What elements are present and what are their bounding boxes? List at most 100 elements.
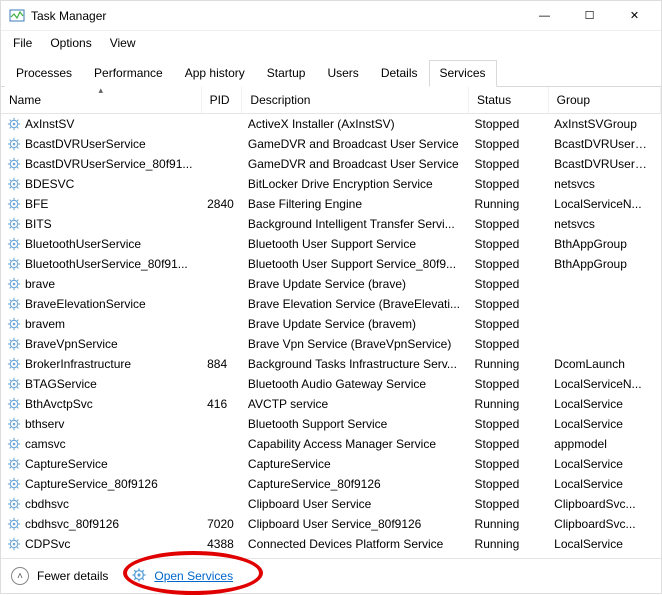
table-row[interactable]: AxInstSVActiveX Installer (AxInstSV)Stop… <box>1 114 661 135</box>
gear-icon <box>7 297 21 311</box>
service-status: Running <box>469 394 549 414</box>
service-pid <box>201 374 242 394</box>
gear-icon <box>7 377 21 391</box>
table-row[interactable]: CDPSvc4388Connected Devices Platform Ser… <box>1 534 661 554</box>
tab-performance[interactable]: Performance <box>83 60 174 87</box>
table-row[interactable]: BcastDVRUserService_80f91...GameDVR and … <box>1 154 661 174</box>
services-table-wrap[interactable]: ▴Name PID Description Status Group AxIns… <box>1 87 661 558</box>
taskmgr-icon <box>9 8 25 24</box>
service-pid <box>201 414 242 434</box>
maximize-button[interactable]: ☐ <box>567 1 612 30</box>
table-row[interactable]: BFE2840Base Filtering EngineRunningLocal… <box>1 194 661 214</box>
tab-app-history[interactable]: App history <box>174 60 256 87</box>
service-group: ClipboardSvc... <box>548 514 660 534</box>
service-pid <box>201 494 242 514</box>
service-description: AVCTP service <box>242 394 469 414</box>
service-group <box>548 334 660 354</box>
table-row[interactable]: BluetoothUserService_80f91...Bluetooth U… <box>1 254 661 274</box>
tab-processes[interactable]: Processes <box>5 60 83 87</box>
service-pid <box>201 234 242 254</box>
service-pid <box>201 214 242 234</box>
service-name: BDESVC <box>25 177 74 191</box>
minimize-button[interactable]: — <box>522 1 567 30</box>
service-pid <box>201 114 242 135</box>
table-row[interactable]: BraveVpnServiceBrave Vpn Service (BraveV… <box>1 334 661 354</box>
service-pid <box>201 334 242 354</box>
service-name: BcastDVRUserService <box>25 137 146 151</box>
service-description: Brave Update Service (bravem) <box>242 314 469 334</box>
table-row[interactable]: camsvcCapability Access Manager ServiceS… <box>1 434 661 454</box>
service-name: cbdhsvc_80f9126 <box>25 517 119 531</box>
service-name: BraveElevationService <box>25 297 146 311</box>
tab-services[interactable]: Services <box>429 60 497 87</box>
gear-icon <box>7 137 21 151</box>
service-group: BcastDVRUserS... <box>548 154 660 174</box>
service-status: Stopped <box>469 314 549 334</box>
table-row[interactable]: BthAvctpSvc416AVCTP serviceRunningLocalS… <box>1 394 661 414</box>
service-status: Stopped <box>469 274 549 294</box>
service-description: Bluetooth User Support Service_80f9... <box>242 254 469 274</box>
table-row[interactable]: BraveElevationService Brave Elevation Ser… <box>1 294 661 314</box>
menu-options[interactable]: Options <box>48 34 93 52</box>
service-name: CDPSvc <box>25 537 70 551</box>
service-description: Clipboard User Service <box>242 494 469 514</box>
tab-startup[interactable]: Startup <box>256 60 317 87</box>
service-name: BraveVpnService <box>25 337 118 351</box>
service-status: Stopped <box>469 334 549 354</box>
chevron-up-icon[interactable]: ˄ <box>11 567 29 585</box>
col-description[interactable]: Description <box>242 87 469 114</box>
table-row[interactable]: BrokerInfrastructure884Background Tasks … <box>1 354 661 374</box>
gear-icon <box>7 477 21 491</box>
fewer-details-button[interactable]: Fewer details <box>37 569 108 583</box>
open-services-link[interactable]: Open Services <box>154 569 233 583</box>
col-pid[interactable]: PID <box>201 87 242 114</box>
service-group: BcastDVRUserS... <box>548 134 660 154</box>
table-row[interactable]: BTAGServiceBluetooth Audio Gateway Servi… <box>1 374 661 394</box>
table-row[interactable]: braveBrave Update Service (brave)Stopped <box>1 274 661 294</box>
table-row[interactable]: bravemBrave Update Service (bravem)Stopp… <box>1 314 661 334</box>
service-name: bthserv <box>25 417 64 431</box>
gear-icon <box>7 337 21 351</box>
table-row[interactable]: cbdhsvc_80f91267020Clipboard User Servic… <box>1 514 661 534</box>
service-group: BthAppGroup <box>548 234 660 254</box>
close-button[interactable]: ✕ <box>612 1 657 30</box>
service-group: LocalService <box>548 474 660 494</box>
gear-icon <box>7 437 21 451</box>
tabs: Processes Performance App history Startu… <box>1 59 661 87</box>
menu-view[interactable]: View <box>108 34 138 52</box>
col-status[interactable]: Status <box>469 87 549 114</box>
table-row[interactable]: BcastDVRUserServiceGameDVR and Broadcast… <box>1 134 661 154</box>
service-status: Running <box>469 194 549 214</box>
service-pid: 7020 <box>201 514 242 534</box>
table-row[interactable]: cbdhsvcClipboard User ServiceStoppedClip… <box>1 494 661 514</box>
service-description: Background Tasks Infrastructure Serv... <box>242 354 469 374</box>
col-group[interactable]: Group <box>548 87 660 114</box>
service-status: Stopped <box>469 494 549 514</box>
table-row[interactable]: BluetoothUserServiceBluetooth User Suppo… <box>1 234 661 254</box>
tab-users[interactable]: Users <box>316 60 369 87</box>
col-name[interactable]: ▴Name <box>1 87 201 114</box>
menu-file[interactable]: File <box>11 34 34 52</box>
gear-icon <box>7 357 21 371</box>
service-group: LocalServiceN... <box>548 194 660 214</box>
service-status: Stopped <box>469 134 549 154</box>
table-row[interactable]: CaptureServiceCaptureServiceStoppedLocal… <box>1 454 661 474</box>
service-description: Brave Elevation Service (BraveElevati... <box>242 294 469 314</box>
service-group <box>548 274 660 294</box>
tab-details[interactable]: Details <box>370 60 429 87</box>
service-pid <box>201 174 242 194</box>
menubar: File Options View <box>1 31 661 55</box>
table-row[interactable]: CaptureService_80f9126CaptureService_80f… <box>1 474 661 494</box>
table-row[interactable]: bthservBluetooth Support ServiceStoppedL… <box>1 414 661 434</box>
service-group: LocalService <box>548 534 660 554</box>
gear-icon <box>7 217 21 231</box>
service-name: BITS <box>25 217 52 231</box>
service-pid <box>201 154 242 174</box>
table-row[interactable]: BDESVC BitLocker Drive Encryption Service… <box>1 174 661 194</box>
service-description: BitLocker Drive Encryption Service <box>242 174 469 194</box>
service-status: Running <box>469 514 549 534</box>
gear-icon <box>7 197 21 211</box>
service-status: Running <box>469 354 549 374</box>
service-pid <box>201 134 242 154</box>
table-row[interactable]: BITSBackground Intelligent Transfer Serv… <box>1 214 661 234</box>
